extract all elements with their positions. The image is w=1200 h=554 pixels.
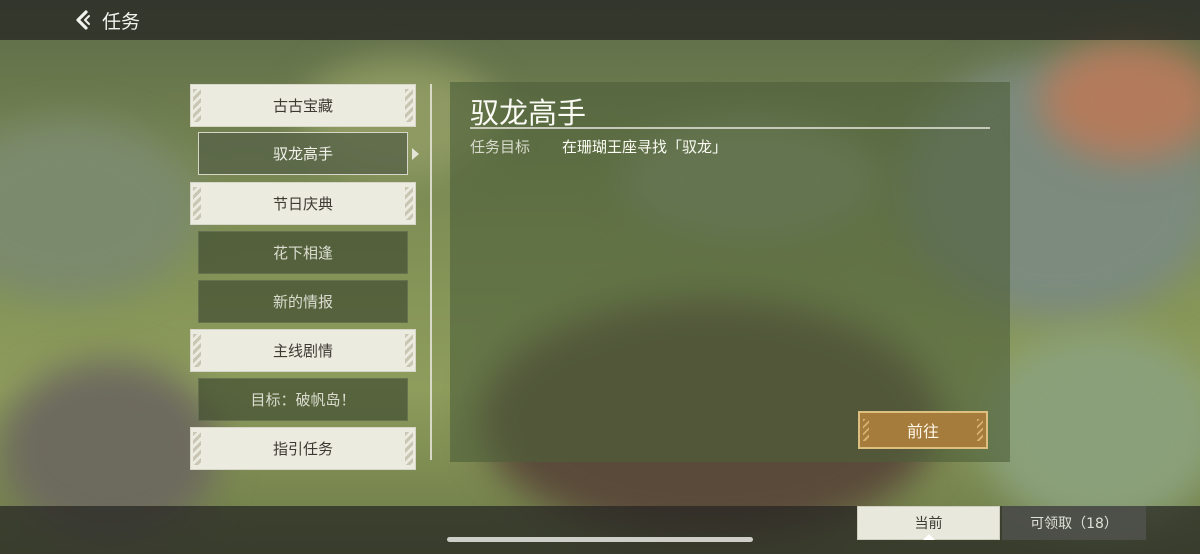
quest-item-guide-tasks[interactable]: 指引任务: [190, 427, 416, 470]
quest-detail-title: 驭龙高手: [470, 96, 587, 130]
tab-current-label: 当前: [914, 516, 943, 532]
quest-item-label: 节日庆典: [272, 195, 333, 213]
quest-item-new-intel[interactable]: 新的情报: [198, 280, 408, 323]
goal-label: 任务目标: [470, 138, 531, 156]
quest-item-label: 古古宝藏: [272, 97, 333, 115]
quest-item-main-story[interactable]: 主线剧情: [190, 329, 416, 372]
list-divider: [430, 84, 432, 460]
go-button[interactable]: 前往: [858, 411, 988, 449]
chevron-left-icon[interactable]: [72, 9, 94, 31]
quest-item-label: 新的情报: [272, 293, 333, 311]
top-bar: 任务: [0, 0, 1200, 40]
home-indicator[interactable]: [447, 537, 753, 542]
quest-item-dragon-rider[interactable]: 驭龙高手: [198, 132, 419, 175]
quest-item-festival[interactable]: 节日庆典: [190, 182, 416, 225]
quest-item-gugu-treasure[interactable]: 古古宝藏: [190, 84, 416, 127]
quest-item-label: 目标：破帆岛！: [250, 391, 356, 409]
title-divider: [470, 127, 990, 129]
page-title: 任务: [102, 10, 141, 33]
quest-item-label: 指引任务: [272, 440, 333, 458]
quest-item-label: 驭龙高手: [272, 145, 333, 163]
tab-claimable[interactable]: 可领取（18）: [1002, 506, 1146, 540]
tab-indicator-icon: [923, 534, 935, 540]
goal-text: 在珊瑚王座寻找「驭龙」: [562, 138, 728, 156]
tab-claimable-label: 可领取（18）: [1030, 516, 1118, 532]
selected-arrow-icon: [412, 148, 419, 160]
quest-item-label: 花下相逢: [272, 244, 333, 262]
quest-detail-panel: 驭龙高手 任务目标 在珊瑚王座寻找「驭龙」 前往: [450, 82, 1010, 462]
quest-item-label: 主线剧情: [272, 342, 333, 360]
quest-item-meet-under-flowers[interactable]: 花下相逢: [198, 231, 408, 274]
go-button-label: 前往: [906, 422, 939, 441]
quest-item-goal-broken-sail-island[interactable]: 目标：破帆岛！: [198, 378, 408, 421]
